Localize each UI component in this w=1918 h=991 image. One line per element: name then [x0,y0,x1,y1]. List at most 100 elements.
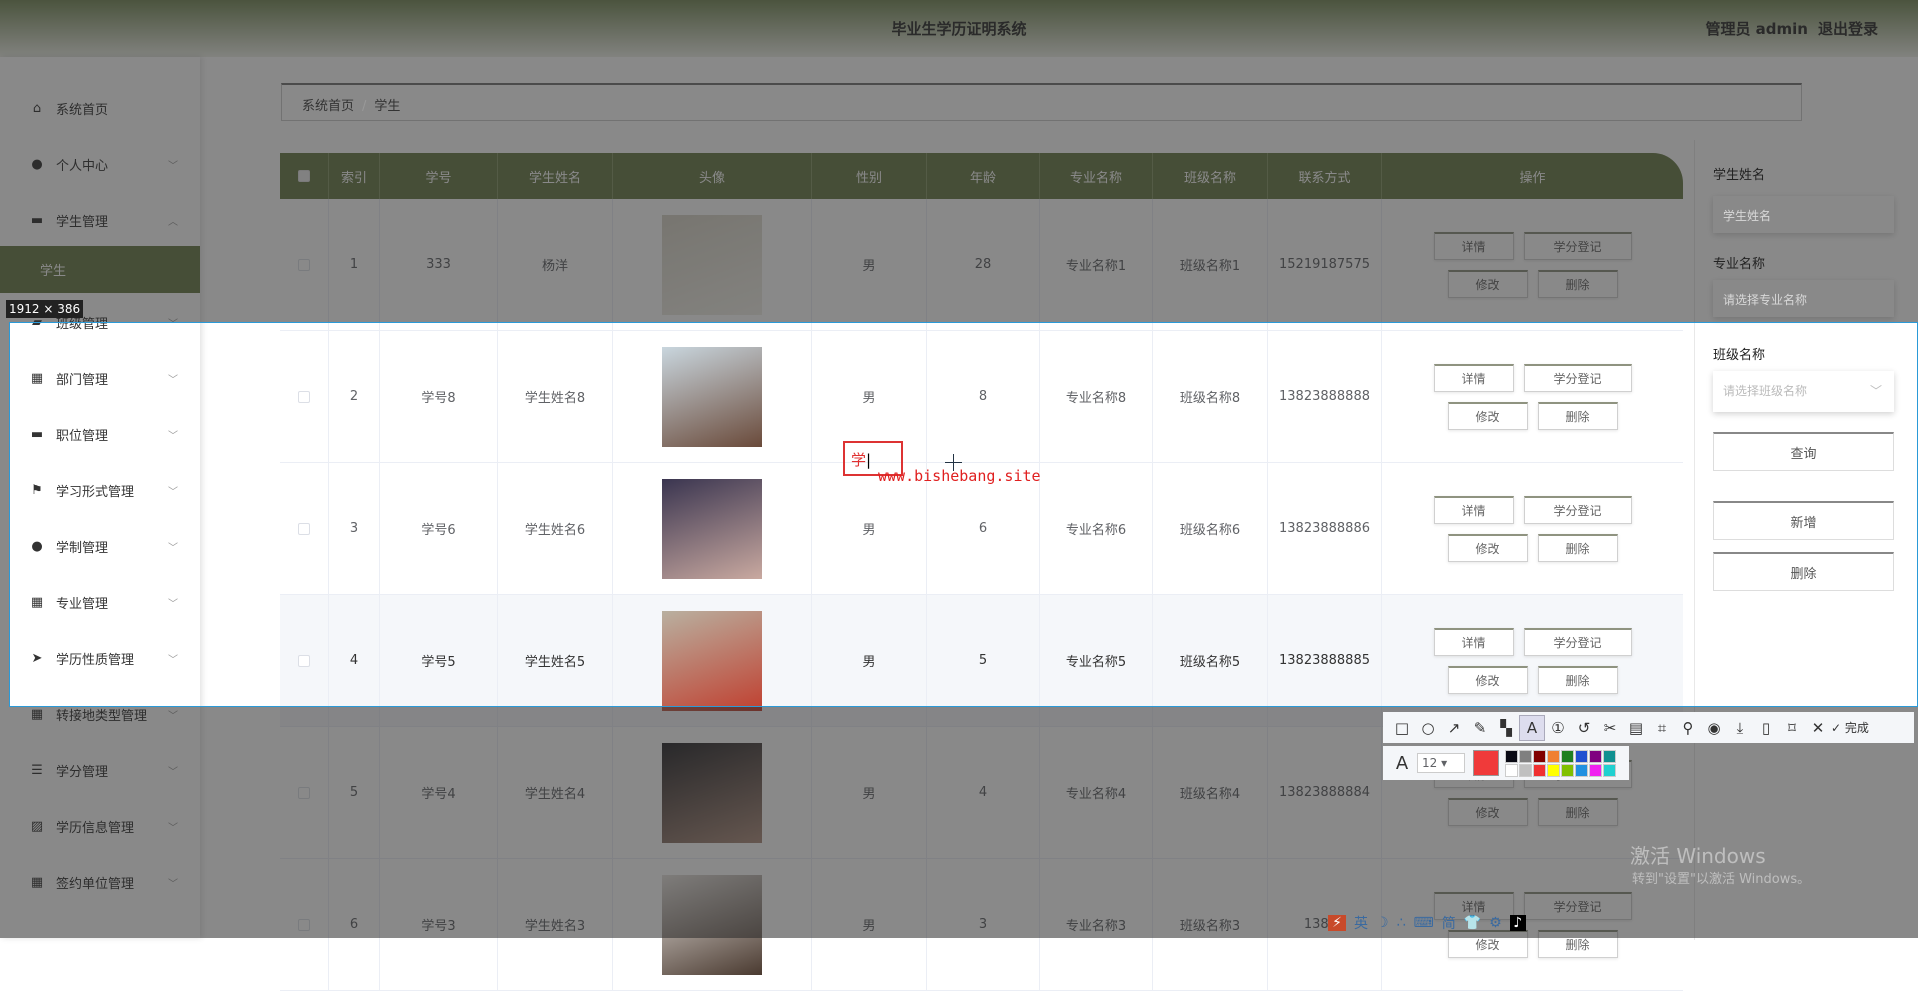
cut-icon[interactable]: ✂ [1597,715,1623,741]
table-row[interactable]: 4 学号5 学生姓名5 男 5 专业名称5 班级名称5 13823888885 详情 学分登记 修改… [280,595,1683,727]
add-button[interactable]: 新增 [1713,501,1894,540]
translate-icon[interactable]: ⌗ [1649,715,1675,741]
sidebar-item[interactable]: ☰ 学分管理 ﹀ [0,750,200,790]
done-button[interactable]: ✓ 完成 [1831,715,1869,741]
palette-color-swatch[interactable] [1519,763,1532,777]
detail-button[interactable]: 详情 [1433,363,1514,392]
sidebar-item[interactable]: ⚑ 学习形式管理 ﹀ [0,470,200,510]
chevron-icon[interactable]: ﹀ [168,651,178,666]
sidebar-item[interactable]: ● 个人中心 ﹀ [0,144,200,184]
palette-color-swatch[interactable] [1547,763,1560,777]
sidebar-item[interactable]: 学生 [0,246,200,293]
record-icon[interactable]: ◉ [1701,715,1727,741]
font-size-select[interactable]: 12 ▾ [1417,753,1465,773]
credit-register-button[interactable]: 学分登记 [1523,231,1632,260]
palette-color-swatch[interactable] [1519,749,1532,763]
arrow-tool-icon[interactable]: ↗ [1441,715,1467,741]
chevron-icon[interactable]: ︿ [168,213,178,228]
palette-color-swatch[interactable] [1561,763,1574,777]
palette-color-swatch[interactable] [1533,749,1546,763]
palette-color-swatch[interactable] [1589,763,1602,777]
major-select[interactable]: 请选择专业名称 [1713,280,1894,317]
edit-button[interactable]: 修改 [1447,269,1528,298]
row-checkbox[interactable] [298,390,310,403]
breadcrumb-home[interactable]: 系统首页 [302,99,354,114]
detail-button[interactable]: 详情 [1433,495,1514,524]
palette-color-swatch[interactable] [1561,749,1574,763]
row-checkbox[interactable] [298,258,310,271]
class-select[interactable]: 请选择班级名称 ﹀ [1713,371,1894,412]
edit-button[interactable]: 修改 [1447,797,1528,826]
delete-button[interactable]: 删除 [1537,401,1618,430]
settings-gear-icon[interactable]: ⚙ [1489,915,1502,931]
delete-button[interactable]: 删除 [1537,665,1618,694]
current-color-swatch[interactable] [1473,750,1499,776]
delete-button[interactable]: 删除 [1537,797,1618,826]
delete-button[interactable]: 删除 [1537,533,1618,562]
credit-register-button[interactable]: 学分登记 [1523,495,1632,524]
sidebar-item[interactable]: ➤ 学历性质管理 ﹀ [0,638,200,678]
sidebar-item[interactable]: ● 学制管理 ﹀ [0,526,200,566]
tiktok-icon[interactable]: ♪ [1509,915,1526,931]
palette-color-swatch[interactable] [1533,763,1546,777]
table-row[interactable]: 2 学号8 学生姓名8 男 8 专业名称8 班级名称8 13823888888 详情 学分登记 修改… [280,331,1683,463]
edit-button[interactable]: 修改 [1447,533,1528,562]
chevron-icon[interactable]: ﹀ [168,875,178,890]
chevron-icon[interactable]: ﹀ [168,707,178,722]
sidebar-item[interactable]: ▦ 签约单位管理 ﹀ [0,862,200,902]
ellipse-tool-icon[interactable]: ○ [1415,715,1441,741]
moon-icon[interactable]: ☽ [1376,915,1389,931]
ime-mode[interactable]: 简 [1442,913,1456,933]
row-checkbox[interactable] [298,918,310,931]
row-checkbox[interactable] [298,654,310,667]
table-row[interactable]: 1 333 杨洋男 28 专业名称1 班级名称1 15219187575 详情 学分登记 修改 删除 [280,199,1683,331]
name-input[interactable]: 学生姓名 [1713,196,1894,233]
ime-lang[interactable]: 英 [1354,913,1368,933]
chevron-icon[interactable]: ﹀ [168,371,178,386]
sidebar-item[interactable]: ⌂ 系统首页 [0,88,200,128]
sidebar-item[interactable]: ▨ 学历信息管理 ﹀ [0,806,200,846]
sidebar-item[interactable]: ▬ 学生管理 ︿ [0,200,200,240]
chevron-icon[interactable]: ﹀ [168,595,178,610]
ocr-icon[interactable]: ▤ [1623,715,1649,741]
chevron-icon[interactable]: ﹀ [168,483,178,498]
chevron-icon[interactable]: ﹀ [168,819,178,834]
edit-button[interactable]: 修改 [1447,401,1528,430]
chevron-icon[interactable]: ﹀ [168,427,178,442]
palette-color-swatch[interactable] [1547,749,1560,763]
palette-color-swatch[interactable] [1603,749,1616,763]
close-icon[interactable]: ✕ [1805,715,1831,741]
detail-button[interactable]: 详情 [1433,627,1514,656]
palette-color-swatch[interactable] [1575,763,1588,777]
palette-color-swatch[interactable] [1505,749,1518,763]
chevron-icon[interactable]: ﹀ [168,539,178,554]
delete-button[interactable]: 删除 [1537,929,1618,958]
sidebar-item[interactable]: ▦ 部门管理 ﹀ [0,358,200,398]
skin-icon[interactable]: 👕 [1464,915,1481,931]
row-checkbox[interactable] [298,786,310,799]
chevron-icon[interactable]: ﹀ [168,763,178,778]
number-tool-icon[interactable]: ① [1545,715,1571,741]
sidebar-item[interactable]: ▦ 转接地类型管理 ﹀ [0,694,200,734]
phone-icon[interactable]: ▯ [1753,715,1779,741]
credit-register-button[interactable]: 学分登记 [1523,891,1632,920]
mosaic-tool-icon[interactable]: ▚ [1493,715,1519,741]
chevron-icon[interactable]: ﹀ [168,315,178,330]
chevron-icon[interactable]: ﹀ [168,157,178,172]
rectangle-tool-icon[interactable]: □ [1389,715,1415,741]
pencil-tool-icon[interactable]: ✎ [1467,715,1493,741]
palette-color-swatch[interactable] [1505,763,1518,777]
pin-icon[interactable]: ⚲ [1675,715,1701,741]
batch-delete-button[interactable]: 删除 [1713,552,1894,591]
row-checkbox[interactable] [298,522,310,535]
bookmark-icon[interactable]: ⌑ [1779,715,1805,741]
search-button[interactable]: 查询 [1713,432,1894,471]
undo-icon[interactable]: ↺ [1571,715,1597,741]
download-icon[interactable]: ⤓ [1727,715,1753,741]
logout-link[interactable]: 退出登录 [1818,20,1878,38]
delete-button[interactable]: 删除 [1537,269,1618,298]
ime-logo-icon[interactable]: ⚡ [1328,915,1346,931]
select-all-checkbox[interactable] [298,170,310,182]
edit-button[interactable]: 修改 [1447,665,1528,694]
text-tool-icon[interactable]: A [1519,714,1545,741]
